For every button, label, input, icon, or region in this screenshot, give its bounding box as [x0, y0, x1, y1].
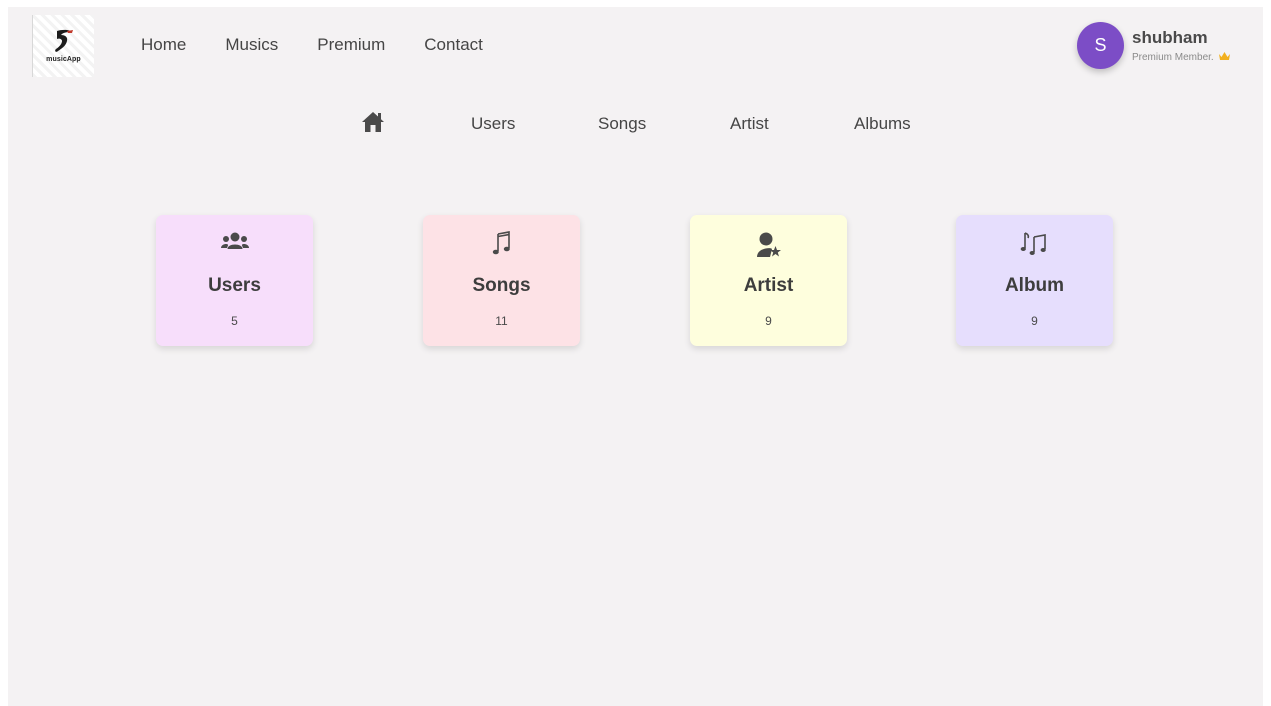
membership-label: Premium Member. — [1132, 52, 1214, 63]
crown-icon — [1218, 51, 1231, 64]
card-title: Artist — [743, 275, 794, 296]
user-star-icon — [690, 231, 847, 259]
nav-premium[interactable]: Premium — [317, 35, 385, 55]
app-container: musicApp Home Musics Premium Contact S s… — [8, 7, 1263, 706]
dash-nav-songs[interactable]: Songs — [598, 114, 646, 134]
dash-nav-albums[interactable]: Albums — [854, 114, 911, 134]
card-title: Users — [208, 275, 261, 296]
card-count: 9 — [765, 314, 772, 328]
card-count: 9 — [1031, 314, 1038, 328]
users-icon — [156, 231, 313, 251]
home-icon[interactable] — [361, 111, 385, 138]
card-count: 11 — [495, 314, 508, 328]
user-profile[interactable]: S shubham Premium Member. — [1077, 22, 1231, 69]
card-title: Songs — [472, 275, 531, 296]
dash-nav-artist[interactable]: Artist — [730, 114, 769, 134]
users-card[interactable]: Users 5 — [156, 215, 313, 346]
music-note-icon — [423, 231, 580, 257]
nav-contact[interactable]: Contact — [424, 35, 483, 55]
top-nav: Home Musics Premium Contact — [141, 35, 522, 55]
membership-status: Premium Member. — [1132, 51, 1231, 64]
nav-home[interactable]: Home — [141, 35, 186, 55]
app-logo[interactable]: musicApp — [32, 15, 94, 77]
music-logo-icon — [54, 29, 73, 52]
dashboard-nav: Users Songs Artist Albums — [8, 111, 1263, 135]
songs-card[interactable]: Songs 11 — [423, 215, 580, 346]
logo-text: musicApp — [46, 56, 81, 63]
album-card[interactable]: Album 9 — [956, 215, 1113, 346]
dash-nav-users[interactable]: Users — [471, 114, 515, 134]
artist-card[interactable]: Artist 9 — [690, 215, 847, 346]
card-count: 5 — [231, 314, 238, 328]
profile-info: shubham Premium Member. — [1132, 29, 1231, 64]
nav-musics[interactable]: Musics — [225, 35, 278, 55]
card-title: Album — [1004, 275, 1065, 296]
username: shubham — [1132, 28, 1208, 47]
avatar[interactable]: S — [1077, 22, 1124, 69]
music-notes-icon — [956, 231, 1113, 257]
